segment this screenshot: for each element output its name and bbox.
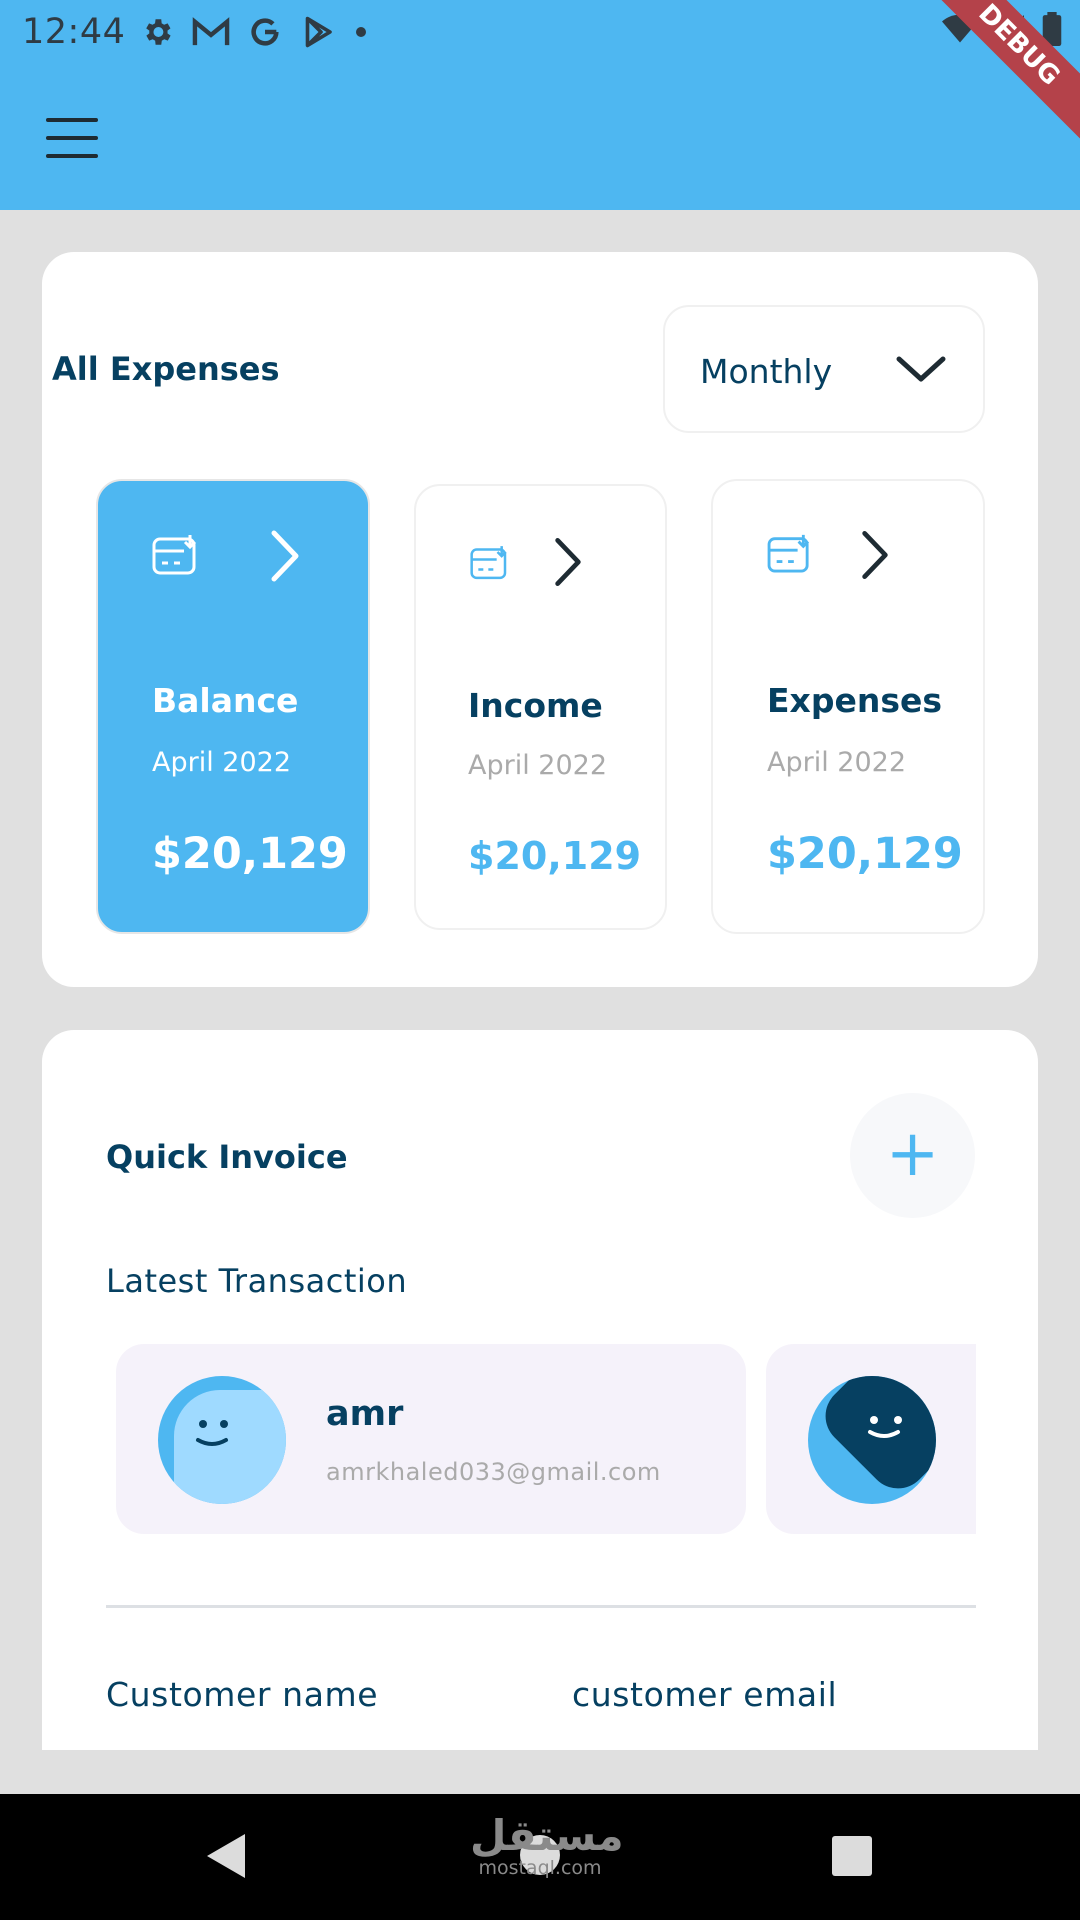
income-title: Income bbox=[468, 686, 603, 725]
status-notification-icons bbox=[140, 12, 368, 52]
divider bbox=[106, 1605, 976, 1608]
watermark-logo: مستقل mostaql.com bbox=[470, 1811, 624, 1879]
period-dropdown[interactable]: Monthly bbox=[663, 305, 985, 433]
watermark-text: mostaql.com bbox=[478, 1857, 602, 1879]
expenses-date: April 2022 bbox=[767, 747, 907, 778]
watermark-mark: مستقل bbox=[470, 1811, 624, 1860]
balance-title: Balance bbox=[152, 681, 299, 720]
transaction-email: amrkhaled033@gmail.com bbox=[326, 1458, 661, 1486]
avatar bbox=[158, 1376, 286, 1508]
navigation-bar: مستقل mostaql.com bbox=[0, 1794, 1080, 1920]
transaction-name: amr bbox=[326, 1394, 404, 1434]
hamburger-menu-icon[interactable] bbox=[46, 118, 98, 158]
google-icon bbox=[248, 15, 282, 49]
income-amount: $20,129 bbox=[468, 834, 642, 878]
back-icon[interactable] bbox=[205, 1832, 247, 1884]
expenses-title: Expenses bbox=[767, 681, 942, 720]
quick-invoice-title: Quick Invoice bbox=[106, 1138, 348, 1176]
status-bar: 12:44 bbox=[0, 0, 1080, 63]
balance-date: April 2022 bbox=[152, 747, 292, 778]
transactions-list[interactable]: amr amrkhaled033@gmail.com bbox=[106, 1340, 976, 1540]
play-store-icon bbox=[300, 14, 336, 50]
customer-name-label: Customer name bbox=[106, 1675, 379, 1714]
all-expenses-title: All Expenses bbox=[52, 350, 280, 388]
balance-amount: $20,129 bbox=[152, 829, 348, 879]
gmail-icon bbox=[192, 16, 230, 48]
avatar bbox=[808, 1376, 936, 1508]
gear-icon bbox=[140, 15, 174, 49]
app-bar: 12:44 DEBUG bbox=[0, 0, 1080, 210]
calendar-download-icon bbox=[470, 544, 510, 584]
chevron-down-icon bbox=[895, 349, 947, 393]
calendar-download-icon bbox=[767, 533, 813, 577]
income-date: April 2022 bbox=[468, 750, 608, 781]
transaction-item[interactable]: amr amrkhaled033@gmail.com bbox=[116, 1344, 746, 1534]
chevron-right-icon bbox=[268, 529, 302, 587]
income-item[interactable]: Income April 2022 $20,129 bbox=[414, 484, 667, 930]
recents-icon[interactable] bbox=[832, 1836, 872, 1880]
calendar-download-icon bbox=[152, 533, 200, 579]
expenses-amount: $20,129 bbox=[767, 829, 963, 879]
plus-icon: + bbox=[885, 1117, 940, 1191]
chevron-right-icon bbox=[552, 536, 584, 592]
add-invoice-button[interactable]: + bbox=[850, 1093, 975, 1218]
latest-transaction-label: Latest Transaction bbox=[106, 1262, 408, 1300]
chevron-right-icon bbox=[859, 529, 891, 585]
expenses-item[interactable]: Expenses April 2022 $20,129 bbox=[711, 479, 985, 934]
customer-email-label: customer email bbox=[572, 1675, 838, 1714]
period-selected-value: Monthly bbox=[700, 352, 833, 391]
transaction-item[interactable] bbox=[766, 1344, 976, 1534]
status-time: 12:44 bbox=[22, 12, 126, 52]
dot-icon bbox=[354, 25, 368, 39]
balance-item[interactable]: Balance April 2022 $20,129 bbox=[96, 479, 370, 934]
